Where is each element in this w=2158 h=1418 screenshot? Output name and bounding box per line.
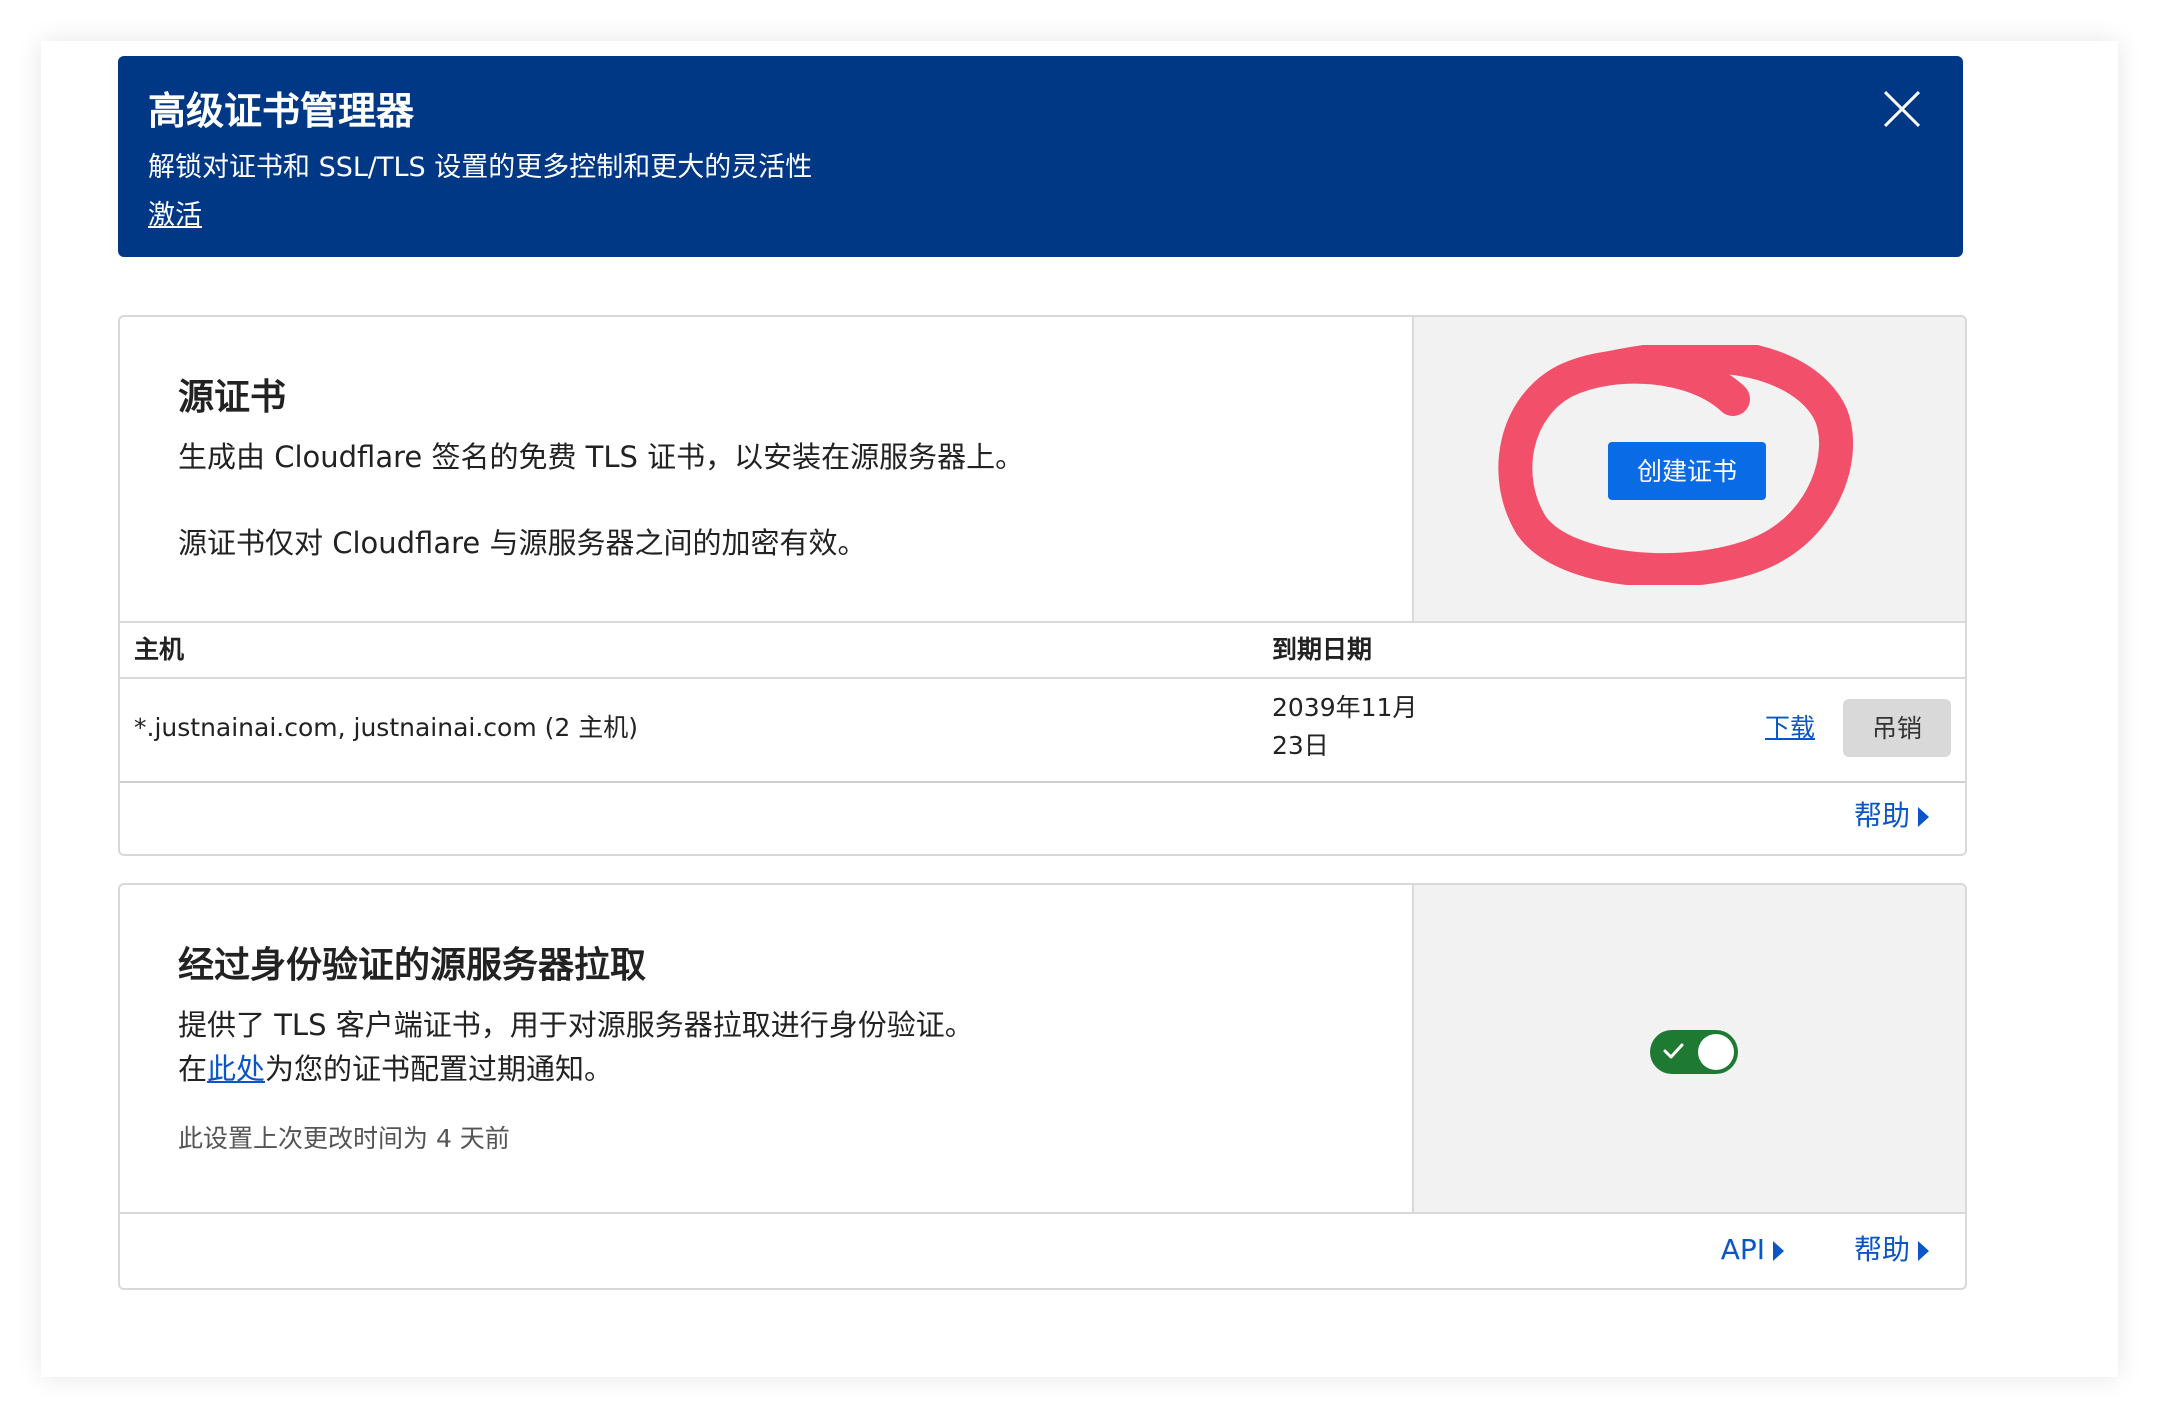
auth-pull-footer: API 帮助 bbox=[120, 1212, 1965, 1288]
desc2-prefix: 在 bbox=[178, 1052, 208, 1086]
caret-right-icon bbox=[1918, 1241, 1929, 1261]
banner-subtitle: 解锁对证书和 SSL/TLS 设置的更多控制和更大的灵活性 bbox=[148, 152, 813, 183]
auth-pull-title: 经过身份验证的源服务器拉取 bbox=[178, 945, 647, 986]
cert-host: *.justnainai.com, justnainai.com (2 主机) bbox=[134, 713, 639, 742]
help-label: 帮助 bbox=[1853, 799, 1910, 832]
help-label: 帮助 bbox=[1853, 1233, 1910, 1266]
cert-expiry-line1: 2039年11月 bbox=[1272, 693, 1418, 722]
origin-cert-title: 源证书 bbox=[178, 377, 287, 418]
origin-cert-footer: 帮助 bbox=[120, 780, 1965, 854]
desc2-suffix: 为您的证书配置过期通知。 bbox=[265, 1052, 614, 1086]
close-icon[interactable] bbox=[1879, 86, 1925, 132]
create-certificate-button[interactable]: 创建证书 bbox=[1608, 442, 1766, 500]
origin-cert-card: 源证书 生成由 Cloudflare 签名的免费 TLS 证书，以安装在源服务器… bbox=[118, 315, 1967, 856]
advanced-cert-manager-banner: 高级证书管理器 解锁对证书和 SSL/TLS 设置的更多控制和更大的灵活性 激活 bbox=[118, 56, 1963, 257]
last-changed-text: 此设置上次更改时间为 4 天前 bbox=[178, 1124, 510, 1153]
origin-cert-desc-1: 生成由 Cloudflare 签名的免费 TLS 证书，以安装在源服务器上。 bbox=[178, 440, 1025, 474]
auth-pull-desc-1: 提供了 TLS 客户端证书，用于对源服务器拉取进行身份验证。 bbox=[178, 1008, 974, 1042]
table-row: *.justnainai.com, justnainai.com (2 主机) … bbox=[120, 677, 1965, 783]
auth-pull-help-link[interactable]: 帮助 bbox=[1854, 1230, 1929, 1270]
auth-pull-toggle[interactable] bbox=[1650, 1030, 1738, 1074]
caret-right-icon bbox=[1773, 1241, 1784, 1261]
toggle-knob bbox=[1698, 1034, 1734, 1070]
auth-origin-pull-card: 经过身份验证的源服务器拉取 提供了 TLS 客户端证书，用于对源服务器拉取进行身… bbox=[118, 883, 1967, 1290]
auth-pull-desc-2: 在此处为您的证书配置过期通知。 bbox=[178, 1047, 613, 1091]
banner-title: 高级证书管理器 bbox=[148, 89, 415, 133]
download-link[interactable]: 下载 bbox=[1765, 709, 1815, 747]
cert-expiry-line2: 23日 bbox=[1272, 731, 1329, 760]
origin-cert-desc-2: 源证书仅对 Cloudflare 与源服务器之间的加密有效。 bbox=[178, 526, 867, 560]
caret-right-icon bbox=[1918, 807, 1929, 827]
api-link[interactable]: API bbox=[1721, 1230, 1784, 1270]
col-header-expiry: 到期日期 bbox=[1272, 635, 1373, 664]
api-label: API bbox=[1720, 1233, 1765, 1266]
check-icon bbox=[1663, 1043, 1684, 1059]
col-header-host: 主机 bbox=[134, 635, 185, 664]
cert-table-header: 主机 到期日期 bbox=[120, 621, 1965, 679]
activate-link[interactable]: 激活 bbox=[148, 196, 202, 236]
origin-cert-help-link[interactable]: 帮助 bbox=[1854, 796, 1929, 836]
origin-cert-info: 源证书 生成由 Cloudflare 签名的免费 TLS 证书，以安装在源服务器… bbox=[120, 317, 1412, 621]
revoke-button[interactable]: 吊销 bbox=[1843, 699, 1951, 757]
auth-pull-info: 经过身份验证的源服务器拉取 提供了 TLS 客户端证书，用于对源服务器拉取进行身… bbox=[120, 885, 1412, 1212]
here-link[interactable]: 此处 bbox=[207, 1052, 265, 1086]
